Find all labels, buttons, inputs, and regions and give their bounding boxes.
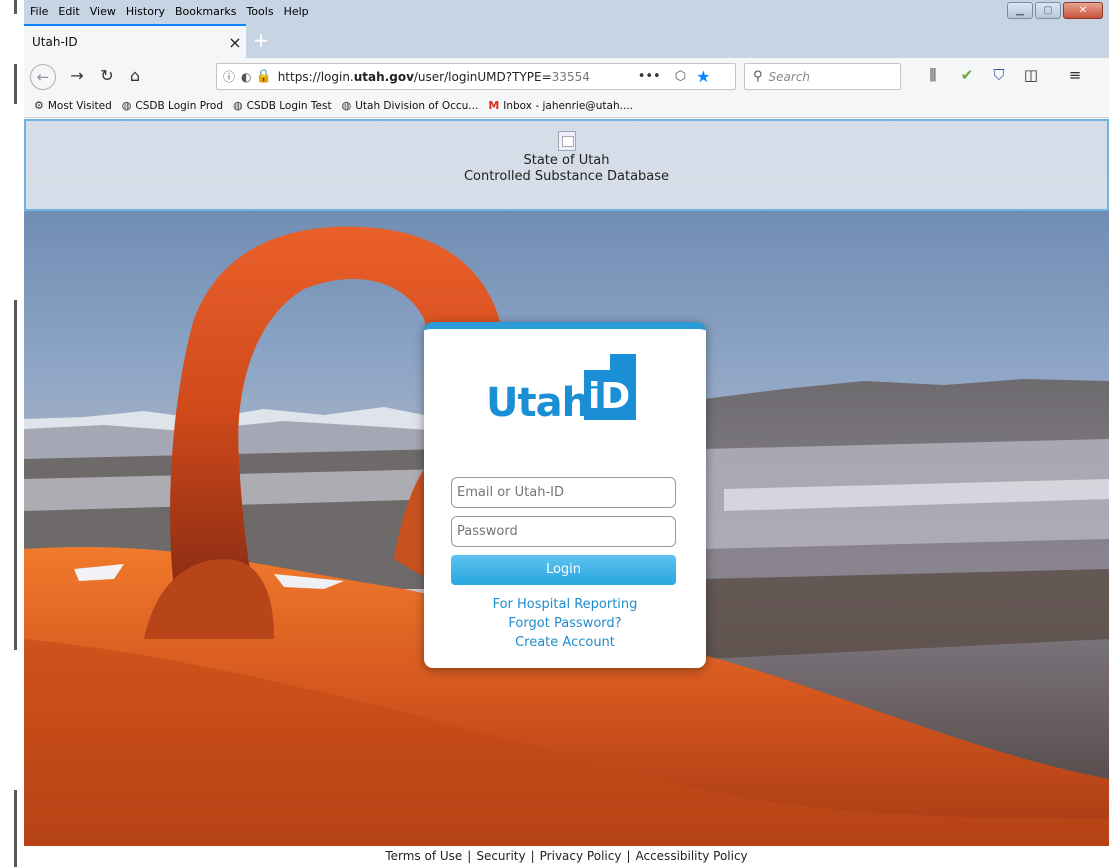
menu-bar: File Edit View History Bookmarks Tools H… <box>24 0 1109 22</box>
bookmark-most-visited[interactable]: ⚙ Most Visited <box>34 99 112 112</box>
create-account-link[interactable]: Create Account <box>424 635 706 650</box>
tab-bar: Utah-ID × + <box>24 22 1109 58</box>
globe-icon: ◍ <box>121 99 132 112</box>
separator: | <box>530 849 535 863</box>
url-bar[interactable]: ⓘ ◐ 🔒 https://login.utah.gov/user/loginU… <box>216 63 736 90</box>
url-path: /user/loginUMD?TYPE= <box>413 69 552 84</box>
menu-history[interactable]: History <box>126 5 165 18</box>
navigation-bar: ← → ↻ ⌂ ⓘ ◐ 🔒 https://login.utah.gov/use… <box>24 58 1109 94</box>
library-icon[interactable]: ⫼ <box>922 66 944 84</box>
search-placeholder: Search <box>768 69 811 84</box>
menu-tools[interactable]: Tools <box>246 5 273 18</box>
home-button[interactable]: ⌂ <box>124 65 146 87</box>
email-field[interactable] <box>451 477 676 508</box>
broken-image-icon <box>557 131 576 151</box>
logo-box: iD <box>584 354 636 420</box>
sidebar-icon[interactable]: ◫ <box>1020 66 1042 84</box>
accessibility-policy-link[interactable]: Accessibility Policy <box>635 849 747 863</box>
search-icon: ⚲ <box>753 69 763 84</box>
privacy-policy-link[interactable]: Privacy Policy <box>540 849 622 863</box>
bookmark-inbox[interactable]: M Inbox - jahenrie@utah.... <box>488 99 633 112</box>
gmail-icon: M <box>488 99 500 112</box>
desktop-edge <box>0 0 24 867</box>
minimize-button[interactable]: ▁ <box>1007 2 1033 19</box>
separator: | <box>467 849 472 863</box>
shield-extension-icon[interactable]: ⛉ <box>988 66 1010 84</box>
footer: Terms of Use | Security | Privacy Policy | Acc… <box>24 846 1109 867</box>
new-tab-button[interactable]: + <box>250 28 272 52</box>
menu-edit[interactable]: Edit <box>58 5 79 18</box>
extension-icon[interactable]: ✔ <box>956 66 978 84</box>
edge-mark <box>14 0 17 14</box>
tab-title: Utah-ID <box>32 35 78 49</box>
url-domain: utah.gov <box>353 69 414 84</box>
edge-mark <box>14 300 17 650</box>
logo-text: Utah <box>486 380 590 426</box>
bookmark-label: CSDB Login Prod <box>135 99 224 112</box>
menu-view[interactable]: View <box>90 5 116 18</box>
bookmark-utah-division[interactable]: ◍ Utah Division of Occu... <box>342 99 479 112</box>
tracking-shield-icon[interactable]: ◐ <box>241 70 251 84</box>
lock-icon[interactable]: 🔒 <box>256 69 272 84</box>
bookmark-csdb-test[interactable]: ◍ CSDB Login Test <box>233 99 332 112</box>
bookmark-label: Most Visited <box>47 99 112 112</box>
search-bar[interactable]: ⚲ Search <box>744 63 901 90</box>
bookmark-label: Inbox - jahenrie@utah.... <box>503 99 633 112</box>
forward-button[interactable]: → <box>66 65 88 87</box>
bookmarks-bar: ⚙ Most Visited ◍ CSDB Login Prod ◍ CSDB Log… <box>24 94 1109 118</box>
screen: File Edit View History Bookmarks Tools H… <box>0 0 1109 867</box>
page-content: State of Utah Controlled Substance Datab… <box>24 119 1109 846</box>
terms-of-use-link[interactable]: Terms of Use <box>385 849 462 863</box>
header-line-1: State of Utah <box>523 153 610 168</box>
url-text[interactable]: https://login.utah.gov/user/loginUMD?TYP… <box>278 70 618 84</box>
site-header: State of Utah Controlled Substance Datab… <box>24 119 1109 211</box>
back-button[interactable]: ← <box>30 64 56 90</box>
edge-mark <box>14 64 17 104</box>
menu-bookmarks[interactable]: Bookmarks <box>175 5 236 18</box>
password-field[interactable] <box>451 516 676 547</box>
tab-utah-id[interactable]: Utah-ID × <box>24 24 246 58</box>
url-main: https://login. <box>277 69 354 84</box>
gear-icon: ⚙ <box>34 99 44 112</box>
header-line-2: Controlled Substance Database <box>463 169 670 184</box>
logo-box-text: iD <box>588 376 631 417</box>
page-actions-icon[interactable]: ••• <box>638 69 661 84</box>
menu-help[interactable]: Help <box>284 5 309 18</box>
globe-icon: ◍ <box>341 99 352 112</box>
menu-file[interactable]: File <box>30 5 48 18</box>
menu-icon[interactable]: ≡ <box>1064 66 1086 84</box>
bookmark-label: Utah Division of Occu... <box>355 99 479 112</box>
forgot-password-link[interactable]: Forgot Password? <box>424 616 706 631</box>
bookmark-star-icon[interactable]: ★ <box>696 67 710 86</box>
edge-mark <box>14 790 17 867</box>
maximize-button[interactable]: ▢ <box>1035 2 1061 19</box>
tab-close-icon[interactable]: × <box>224 33 246 52</box>
bookmark-label: CSDB Login Test <box>246 99 332 112</box>
separator: | <box>626 849 631 863</box>
hospital-reporting-link[interactable]: For Hospital Reporting <box>424 597 706 612</box>
bookmark-csdb-prod[interactable]: ◍ CSDB Login Prod <box>122 99 223 112</box>
close-window-button[interactable]: ✕ <box>1063 2 1103 19</box>
reload-button[interactable]: ↻ <box>96 65 118 87</box>
url-dim: 33554 <box>551 69 590 84</box>
info-icon[interactable]: ⓘ <box>223 68 235 85</box>
pocket-icon[interactable]: ⬡ <box>675 69 686 84</box>
login-button[interactable]: Login <box>451 555 676 585</box>
globe-icon: ◍ <box>233 99 243 112</box>
login-card: Utah iD Login For Hospital Reporting For… <box>424 322 706 668</box>
window-controls: ▁ ▢ ✕ <box>1007 2 1103 19</box>
security-link[interactable]: Security <box>476 849 525 863</box>
